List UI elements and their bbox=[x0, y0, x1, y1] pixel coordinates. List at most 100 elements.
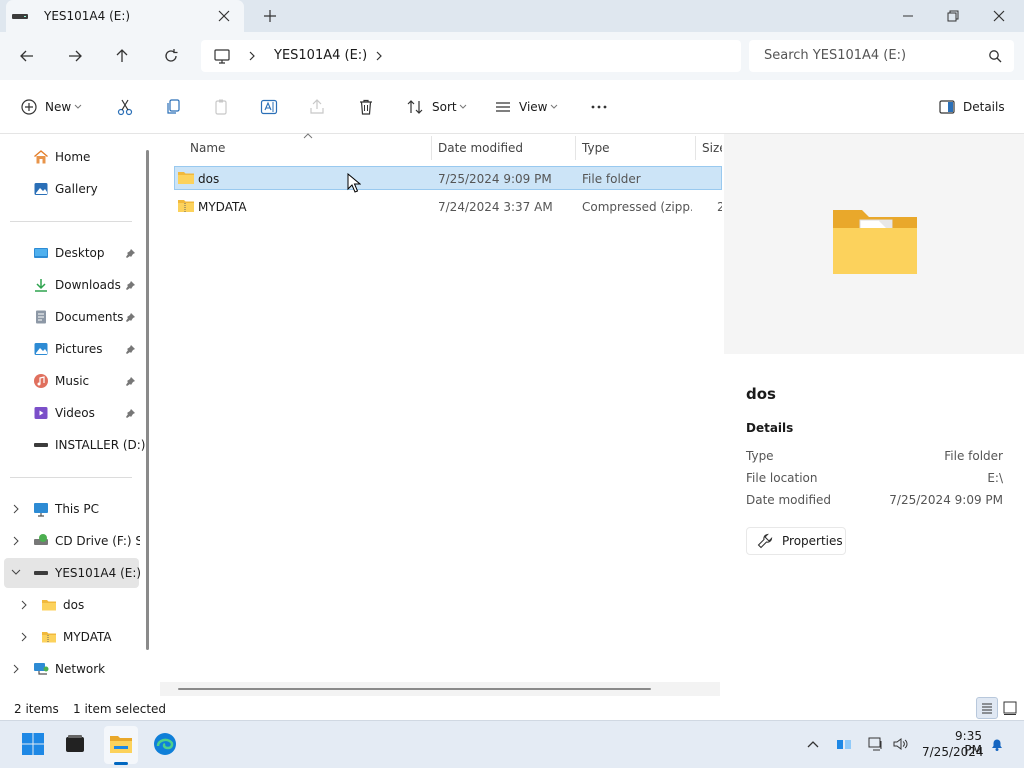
chevron-down-icon[interactable] bbox=[459, 104, 467, 110]
chevron-right-icon[interactable] bbox=[12, 536, 20, 546]
sidebar-divider bbox=[10, 477, 132, 478]
large-icons-view-icon[interactable] bbox=[1002, 700, 1018, 716]
file-name[interactable]: dos bbox=[198, 172, 219, 186]
refresh-icon[interactable] bbox=[161, 46, 181, 66]
up-icon[interactable] bbox=[112, 46, 132, 66]
chevron-right-icon[interactable] bbox=[20, 600, 28, 610]
chevron-right-icon[interactable] bbox=[247, 49, 257, 63]
view-button[interactable]: View bbox=[519, 100, 547, 114]
edge-browser-icon[interactable] bbox=[153, 732, 177, 756]
search-input[interactable]: Search YES101A4 (E:) bbox=[764, 48, 906, 63]
properties-label[interactable]: Properties bbox=[782, 534, 843, 548]
column-separator[interactable] bbox=[431, 136, 432, 160]
breadcrumb-item-drive[interactable]: YES101A4 (E:) bbox=[274, 48, 367, 63]
pin-icon bbox=[125, 312, 136, 323]
cut-icon[interactable] bbox=[116, 98, 134, 116]
file-name[interactable]: MYDATA bbox=[198, 200, 247, 214]
sort-button[interactable]: Sort bbox=[432, 100, 457, 114]
wrench-icon bbox=[757, 533, 773, 549]
new-tab-icon[interactable] bbox=[262, 8, 278, 24]
details-value-type: File folder bbox=[944, 449, 1003, 463]
scrollbar-thumb[interactable] bbox=[178, 688, 651, 690]
file-date: 7/24/2024 3:37 AM bbox=[438, 200, 553, 214]
details-value-location[interactable]: E:\ bbox=[987, 471, 1003, 485]
zip-folder-icon bbox=[41, 629, 57, 645]
sidebar-item-videos[interactable]: Videos bbox=[55, 406, 95, 420]
column-header-name[interactable]: Name bbox=[190, 141, 225, 155]
sidebar-item-drive-e[interactable]: YES101A4 (E:) bbox=[55, 566, 141, 580]
column-header-size[interactable]: Size bbox=[702, 141, 722, 155]
sidebar-divider bbox=[10, 221, 132, 222]
tray-app-icon[interactable] bbox=[836, 736, 852, 752]
sidebar-item-gallery[interactable]: Gallery bbox=[55, 182, 98, 196]
rename-icon[interactable] bbox=[260, 98, 278, 116]
folder-preview-icon bbox=[830, 206, 920, 278]
chevron-right-icon[interactable] bbox=[20, 632, 28, 642]
chevron-down-icon[interactable] bbox=[74, 104, 82, 110]
sidebar-item-this-pc[interactable]: This PC bbox=[55, 502, 99, 516]
sidebar-item-home[interactable]: Home bbox=[55, 150, 90, 164]
start-windows-icon[interactable] bbox=[21, 732, 45, 756]
chevron-right-icon[interactable] bbox=[12, 664, 20, 674]
back-icon[interactable] bbox=[17, 46, 37, 66]
column-header-type[interactable]: Type bbox=[582, 141, 610, 155]
sidebar-item-installer[interactable]: INSTALLER (D:) bbox=[55, 438, 146, 452]
drive-icon bbox=[12, 11, 28, 21]
pictures-icon bbox=[33, 341, 49, 357]
drive-icon bbox=[33, 437, 49, 453]
view-icon[interactable] bbox=[494, 98, 512, 116]
clock-date[interactable]: 7/25/2024 bbox=[922, 745, 984, 759]
music-icon bbox=[33, 373, 49, 389]
pin-icon bbox=[125, 344, 136, 355]
downloads-icon bbox=[33, 277, 49, 293]
chevron-right-icon[interactable] bbox=[12, 504, 20, 514]
close-window-icon[interactable] bbox=[989, 6, 1009, 26]
cd-drive-icon bbox=[33, 533, 49, 549]
volume-icon[interactable] bbox=[892, 736, 908, 752]
chevron-up-icon[interactable] bbox=[805, 736, 821, 752]
file-explorer-icon[interactable] bbox=[109, 732, 133, 756]
column-separator[interactable] bbox=[695, 136, 696, 160]
monitor-icon[interactable] bbox=[213, 47, 231, 65]
file-type: Compressed (zipp... bbox=[582, 200, 692, 214]
share-icon bbox=[308, 98, 326, 116]
delete-icon[interactable] bbox=[357, 98, 375, 116]
task-view-icon[interactable] bbox=[63, 732, 87, 756]
details-value-date: 7/25/2024 9:09 PM bbox=[889, 493, 1003, 507]
sidebar-item-desktop[interactable]: Desktop bbox=[55, 246, 105, 260]
details-button[interactable]: Details bbox=[963, 100, 1005, 114]
new-icon[interactable] bbox=[20, 98, 38, 116]
home-icon bbox=[33, 149, 49, 165]
sidebar-item-downloads[interactable]: Downloads bbox=[55, 278, 121, 292]
column-separator[interactable] bbox=[575, 136, 576, 160]
sidebar-item-dos[interactable]: dos bbox=[63, 598, 84, 612]
new-button[interactable]: New bbox=[45, 100, 71, 114]
copy-icon[interactable] bbox=[164, 98, 182, 116]
details-pane-icon[interactable] bbox=[938, 98, 956, 116]
sort-icon[interactable] bbox=[406, 98, 424, 116]
restore-icon[interactable] bbox=[943, 6, 963, 26]
sidebar-item-cd-drive[interactable]: CD Drive (F:) SSS bbox=[55, 534, 140, 548]
sidebar-item-pictures[interactable]: Pictures bbox=[55, 342, 103, 356]
network-status-icon[interactable] bbox=[868, 736, 884, 752]
close-tab-icon[interactable] bbox=[216, 8, 232, 24]
sidebar-item-documents[interactable]: Documents bbox=[55, 310, 123, 324]
sidebar-item-network[interactable]: Network bbox=[55, 662, 105, 676]
chevron-down-icon[interactable] bbox=[11, 568, 21, 576]
chevron-down-icon[interactable] bbox=[550, 104, 558, 110]
file-list bbox=[156, 134, 722, 696]
sidebar-scrollbar[interactable] bbox=[146, 150, 149, 650]
sidebar-item-mydata[interactable]: MYDATA bbox=[63, 630, 112, 644]
folder-icon bbox=[177, 170, 195, 186]
details-section-heading: Details bbox=[746, 421, 794, 435]
forward-icon[interactable] bbox=[65, 46, 85, 66]
chevron-right-icon[interactable] bbox=[374, 49, 384, 63]
notification-bell-icon[interactable] bbox=[989, 736, 1005, 752]
more-icon[interactable] bbox=[590, 98, 608, 116]
search-icon[interactable] bbox=[988, 49, 1002, 63]
minimize-icon[interactable] bbox=[898, 6, 918, 26]
details-key-type: Type bbox=[746, 449, 774, 463]
details-view-button[interactable] bbox=[976, 697, 998, 719]
sidebar-item-music[interactable]: Music bbox=[55, 374, 89, 388]
column-header-date[interactable]: Date modified bbox=[438, 141, 523, 155]
